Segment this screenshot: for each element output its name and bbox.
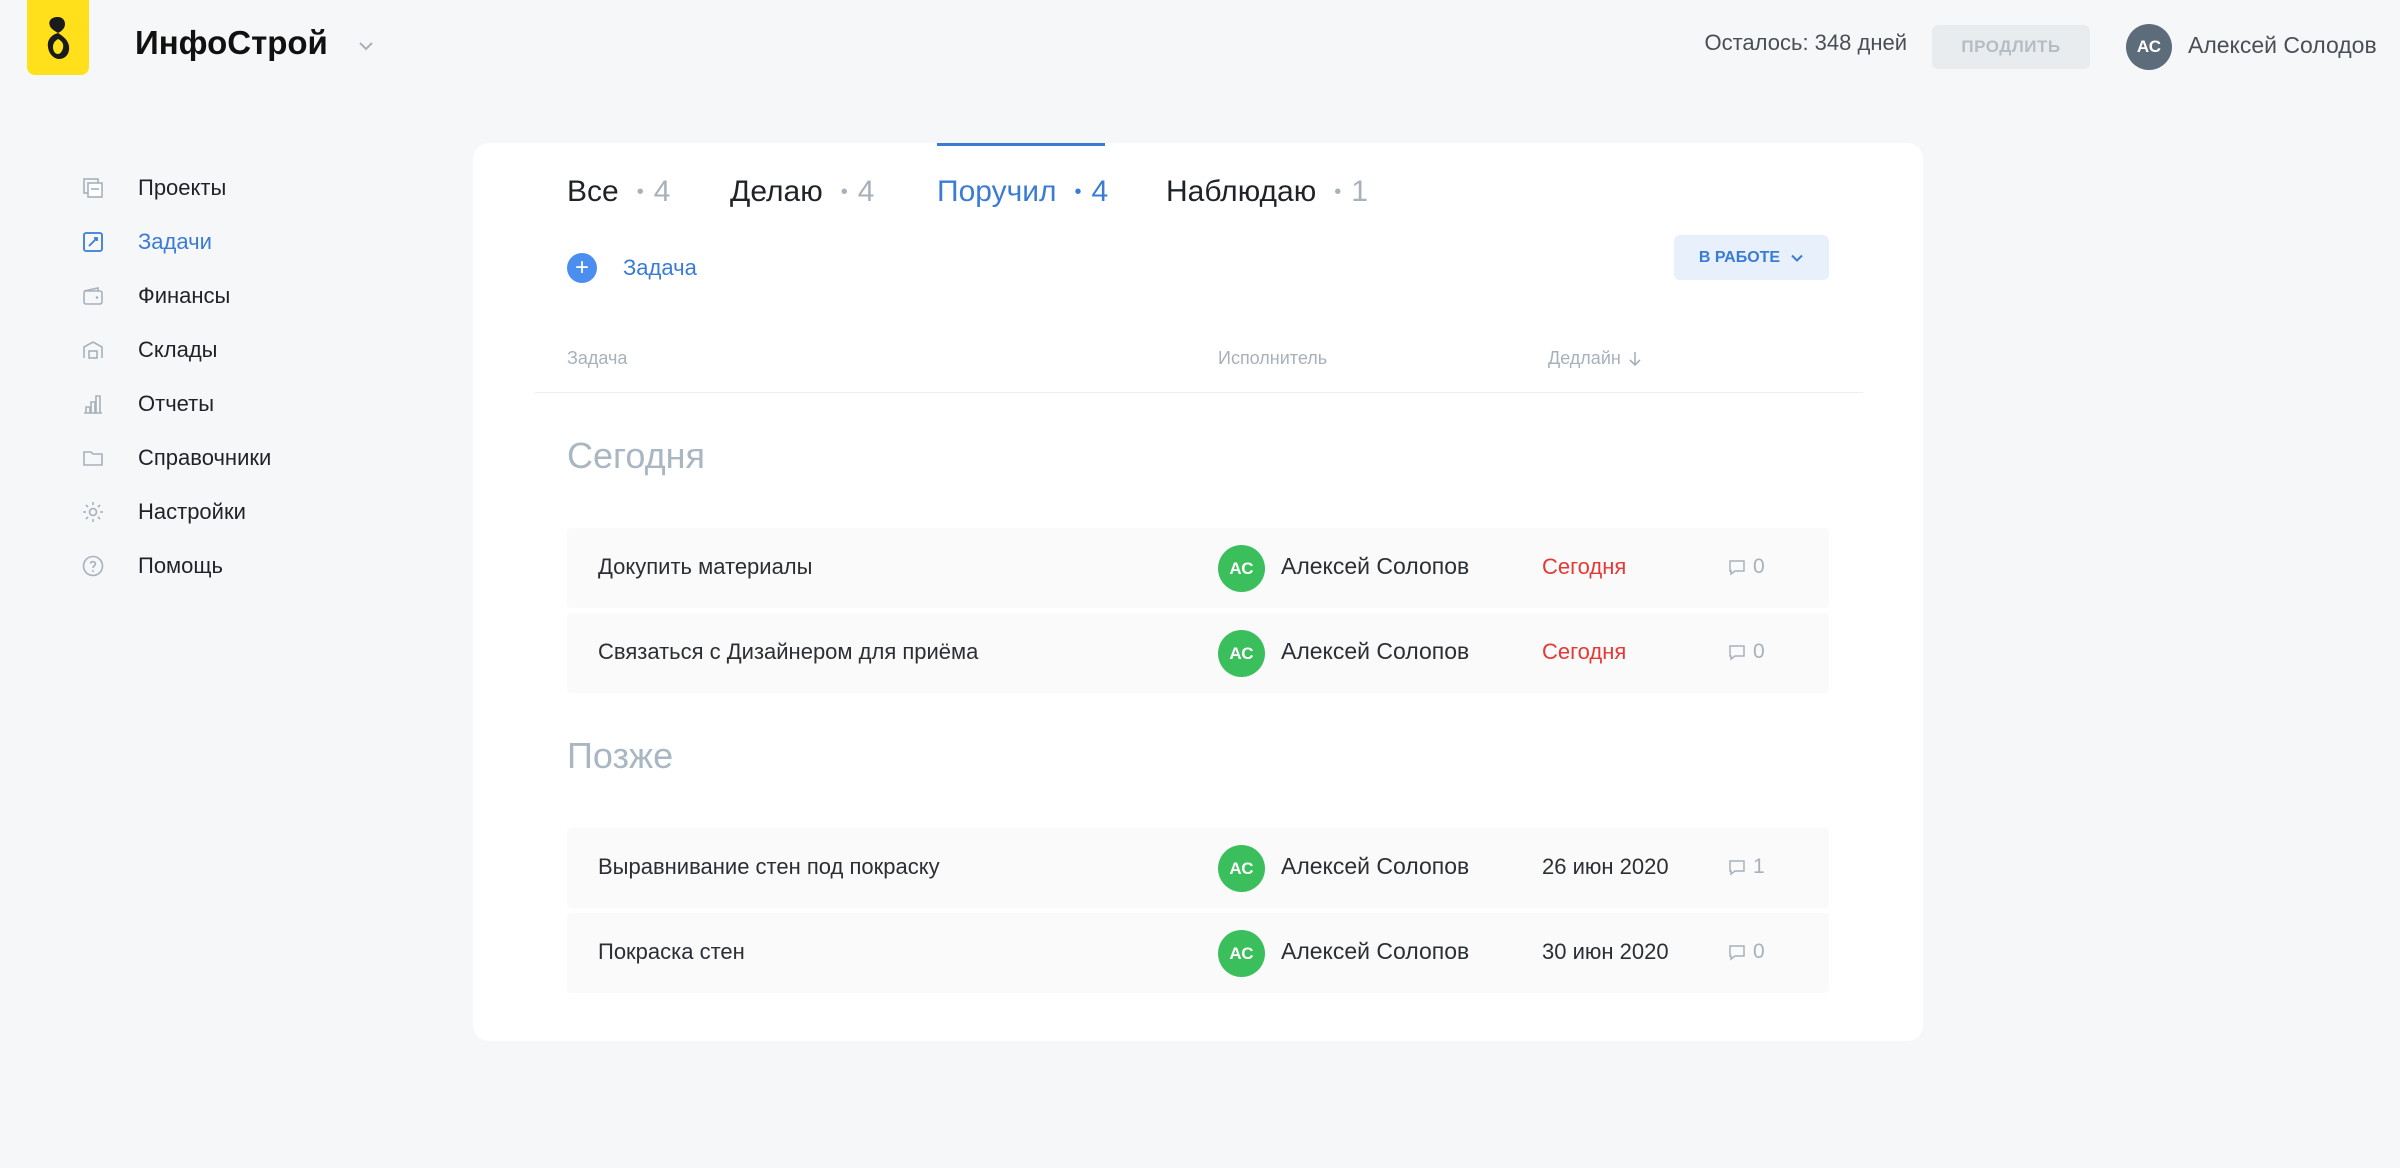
gear-icon xyxy=(80,499,106,525)
tab-label: Делаю xyxy=(730,175,823,208)
projects-icon xyxy=(80,175,106,201)
wallet-icon xyxy=(80,283,106,309)
task-title[interactable]: Покраска стен xyxy=(598,939,745,965)
app-logo[interactable] xyxy=(27,0,89,75)
column-header-task[interactable]: Задача xyxy=(567,348,627,369)
comment-icon xyxy=(1729,560,1745,576)
org-name[interactable]: ИнфоСтрой xyxy=(135,24,328,62)
table-row[interactable]: Выравнивание стен под покраску АС Алексе… xyxy=(567,828,1829,908)
sidebar-item-label: Настройки xyxy=(138,499,246,524)
sidebar-item-reports[interactable]: Отчеты xyxy=(80,384,214,424)
assignee-name: Алексей Солопов xyxy=(1281,853,1470,879)
status-filter-label: В РАБОТЕ xyxy=(1698,248,1781,266)
tab-separator: • xyxy=(1074,180,1082,203)
task-deadline: Сегодня xyxy=(1542,639,1627,664)
sidebar-item-label: Финансы xyxy=(138,283,231,308)
task-title[interactable]: Докупить материалы xyxy=(598,554,812,580)
comment-icon xyxy=(1729,860,1745,876)
column-header-deadline[interactable]: Дедлайн xyxy=(1548,348,1643,369)
warehouse-icon xyxy=(80,337,106,363)
tab-separator: • xyxy=(1334,180,1342,203)
sidebar-item-projects[interactable]: Проекты xyxy=(80,168,226,208)
task-deadline: 30 июн 2020 xyxy=(1542,939,1669,964)
comments-count[interactable]: 0 xyxy=(1727,940,1765,964)
tab-doing[interactable]: Делаю • 4 xyxy=(730,169,874,215)
tasks-icon xyxy=(80,229,106,255)
tab-label: Наблюдаю xyxy=(1166,175,1317,208)
assignee-avatar: АС xyxy=(1218,930,1265,977)
task-title[interactable]: Связаться с Дизайнером для приёма xyxy=(598,639,978,665)
comments-count-value: 0 xyxy=(1753,940,1765,963)
group-title-today: Сегодня xyxy=(567,435,705,476)
table-row[interactable]: Докупить материалы АС Алексей Солопов Се… xyxy=(567,528,1829,608)
tab-all[interactable]: Все • 4 xyxy=(567,169,670,215)
tab-label: Все xyxy=(567,175,619,208)
column-header-assignee[interactable]: Исполнитель xyxy=(1218,348,1327,369)
sidebar-item-label: Отчеты xyxy=(138,391,215,416)
table-row[interactable]: Связаться с Дизайнером для приёма АС Але… xyxy=(567,613,1829,693)
folder-icon xyxy=(80,445,106,471)
top-bar: ИнфоСтрой Осталось: 348 дней ПРОДЛИТЬ АС… xyxy=(0,0,2400,92)
assignee-name: Алексей Солопов xyxy=(1281,938,1470,964)
assignee-avatar: АС xyxy=(1218,845,1265,892)
user-name[interactable]: Алексей Солодов xyxy=(2188,32,2377,59)
plus-icon: + xyxy=(567,253,597,283)
tab-assigned[interactable]: Поручил • 4 xyxy=(937,169,1108,215)
tab-watching[interactable]: Наблюдаю • 1 xyxy=(1166,169,1368,215)
table-row[interactable]: Покраска стен АС Алексей Солопов 30 июн … xyxy=(567,913,1829,993)
column-header-label: Дедлайн xyxy=(1548,348,1621,368)
tab-count: 4 xyxy=(1091,175,1109,208)
comments-count[interactable]: 0 xyxy=(1727,640,1765,664)
subscription-days-left: Осталось: 348 дней xyxy=(1704,30,1907,55)
tab-count: 4 xyxy=(653,175,671,208)
status-filter-dropdown[interactable]: В РАБОТЕ xyxy=(1674,235,1829,280)
task-title[interactable]: Выравнивание стен под покраску xyxy=(598,854,940,880)
active-tab-indicator xyxy=(937,143,1105,146)
sidebar-item-tasks[interactable]: Задачи xyxy=(80,222,212,262)
reports-icon xyxy=(80,391,106,417)
user-avatar[interactable]: АС xyxy=(2126,24,2172,70)
add-task-label: Задача xyxy=(623,255,697,280)
assignee-name: Алексей Солопов xyxy=(1281,553,1470,579)
tab-separator: • xyxy=(636,180,644,203)
task-deadline: 26 июн 2020 xyxy=(1542,854,1669,879)
chevron-down-icon[interactable] xyxy=(356,36,376,56)
sort-arrow-down-icon xyxy=(1629,351,1641,366)
assignee-name: Алексей Солопов xyxy=(1281,638,1470,664)
comments-count-value: 0 xyxy=(1753,640,1765,663)
sidebar-item-label: Проекты xyxy=(138,175,227,200)
sidebar-item-label: Склады xyxy=(138,337,218,362)
sidebar-item-settings[interactable]: Настройки xyxy=(80,492,246,532)
tab-label: Поручил xyxy=(937,175,1057,208)
help-icon xyxy=(80,553,106,579)
sidebar-item-help[interactable]: Помощь xyxy=(80,546,223,586)
logo-icon xyxy=(47,16,70,59)
assignee-avatar: АС xyxy=(1218,630,1265,677)
comments-count-value: 0 xyxy=(1753,555,1765,578)
sidebar-item-label: Задачи xyxy=(138,229,212,254)
tasks-panel: Все • 4 Делаю • 4 Поручил • 4 Наблюдаю •… xyxy=(473,143,1923,1041)
sidebar-item-finance[interactable]: Финансы xyxy=(80,276,230,316)
comments-count[interactable]: 0 xyxy=(1727,555,1765,579)
extend-subscription-button[interactable]: ПРОДЛИТЬ xyxy=(1932,25,2090,69)
comment-icon xyxy=(1729,645,1745,661)
comments-count[interactable]: 1 xyxy=(1727,855,1765,879)
task-deadline: Сегодня xyxy=(1542,554,1627,579)
sidebar-item-directories[interactable]: Справочники xyxy=(80,438,271,478)
sidebar-item-warehouses[interactable]: Склады xyxy=(80,330,217,370)
tab-count: 4 xyxy=(857,175,875,208)
comments-count-value: 1 xyxy=(1753,855,1765,878)
header-divider xyxy=(535,392,1863,393)
tab-separator: • xyxy=(840,180,848,203)
assignee-avatar: АС xyxy=(1218,545,1265,592)
chevron-down-icon xyxy=(1791,254,1803,262)
tab-count: 1 xyxy=(1351,175,1368,208)
sidebar-item-label: Справочники xyxy=(138,445,272,470)
group-title-later: Позже xyxy=(567,735,674,776)
sidebar-item-label: Помощь xyxy=(138,553,223,578)
add-task-button[interactable]: + Задача xyxy=(567,253,697,283)
comment-icon xyxy=(1729,945,1745,961)
